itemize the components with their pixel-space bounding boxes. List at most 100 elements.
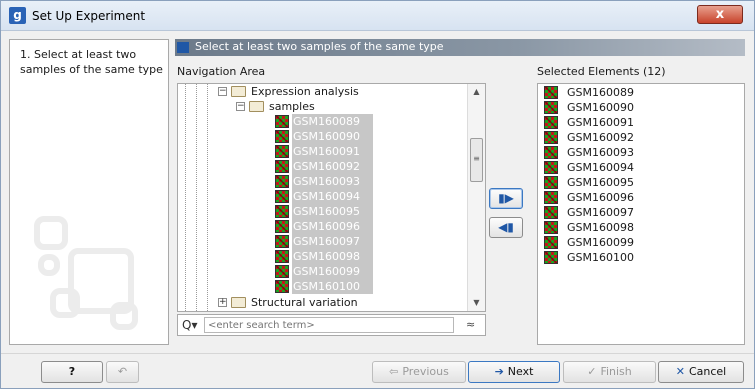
tree-sample-item[interactable]: GSM160098 [273, 249, 373, 264]
cancel-button[interactable]: ✕ Cancel [658, 361, 744, 383]
remove-from-selection-button[interactable]: ◀▮ [489, 217, 523, 238]
selected-item[interactable]: GSM160095 [542, 175, 732, 190]
decoration-shape [38, 254, 60, 276]
heatmap-icon [544, 176, 558, 189]
arrow-left-icon: ⇦ [389, 365, 399, 378]
sample-label: GSM160092 [292, 159, 373, 174]
heatmap-icon [275, 265, 289, 278]
tree-sample-item[interactable]: GSM160100 [273, 279, 373, 294]
selected-item[interactable]: GSM160098 [542, 220, 732, 235]
scroll-down-icon[interactable]: ▼ [468, 295, 485, 311]
selected-item[interactable]: GSM160092 [542, 130, 732, 145]
next-label: Next [507, 365, 534, 378]
collapse-icon[interactable]: − [236, 102, 245, 111]
selected-item-label: GSM160090 [567, 101, 634, 114]
heatmap-icon [275, 280, 289, 293]
close-button[interactable]: x [697, 5, 743, 24]
heatmap-icon [544, 251, 558, 264]
cancel-x-icon: ✕ [675, 365, 685, 378]
tree-sample-item[interactable]: GSM160099 [273, 264, 373, 279]
tree-folder-expression-analysis[interactable]: − Expression analysis [218, 85, 418, 99]
sample-label: GSM160096 [292, 219, 373, 234]
heatmap-icon [544, 221, 558, 234]
selected-elements-list[interactable]: GSM160089 GSM160090 GSM160091 GSM160092 … [537, 83, 745, 345]
selected-item-label: GSM160091 [567, 116, 634, 129]
folder-label: Structural variation [251, 296, 358, 309]
heatmap-icon [544, 191, 558, 204]
scroll-up-icon[interactable]: ▲ [468, 84, 485, 100]
scroll-thumb[interactable]: ≡ [470, 138, 483, 182]
selected-item-label: GSM160092 [567, 131, 634, 144]
sample-label: GSM160097 [292, 234, 373, 249]
folder-icon [231, 297, 246, 308]
tree-folder-samples[interactable]: − samples [236, 100, 356, 114]
heatmap-icon [275, 175, 289, 188]
help-button[interactable]: ? [41, 361, 103, 383]
tree-sample-item[interactable]: GSM160095 [273, 204, 373, 219]
collapse-icon[interactable]: − [218, 87, 227, 96]
navigation-tree[interactable]: − Expression analysis − samples GSM16008… [177, 83, 486, 312]
heatmap-icon [544, 236, 558, 249]
sample-label: GSM160089 [292, 114, 373, 129]
search-icon[interactable]: Q▾ [182, 318, 198, 332]
selected-item[interactable]: GSM160096 [542, 190, 732, 205]
dialog-window: g Set Up Experiment x 1. Select at least… [0, 0, 755, 389]
selected-item[interactable]: GSM160093 [542, 145, 732, 160]
step-1-label[interactable]: 1. Select at least two samples of the sa… [20, 47, 168, 77]
banner-text: Select at least two samples of the same … [195, 40, 444, 53]
selected-item[interactable]: GSM160090 [542, 100, 732, 115]
tree-folder-structural-variation[interactable]: + Structural variation [218, 296, 418, 310]
tree-guide-line [185, 84, 186, 311]
heatmap-icon [275, 235, 289, 248]
selected-item[interactable]: GSM160100 [542, 250, 732, 265]
heatmap-icon [275, 145, 289, 158]
divider [1, 353, 754, 354]
undo-button[interactable]: ↶ [106, 361, 139, 383]
tree-sample-item[interactable]: GSM160091 [273, 144, 373, 159]
selected-item[interactable]: GSM160091 [542, 115, 732, 130]
add-to-selection-button[interactable]: ▮▶ [489, 188, 523, 209]
selected-item-label: GSM160093 [567, 146, 634, 159]
collapse-all-icon[interactable]: ≈ [466, 318, 475, 331]
tree-sample-item[interactable]: GSM160094 [273, 189, 373, 204]
heatmap-icon [275, 160, 289, 173]
tree-guide-line [207, 84, 208, 311]
selected-item-label: GSM160099 [567, 236, 634, 249]
heatmap-icon [275, 220, 289, 233]
heatmap-icon [544, 206, 558, 219]
search-bar: Q▾ ≈ [177, 314, 486, 336]
tree-sample-item[interactable]: GSM160093 [273, 174, 373, 189]
tree-sample-item[interactable]: GSM160089 [273, 114, 373, 129]
finish-label: Finish [600, 365, 632, 378]
previous-button[interactable]: ⇦ Previous [372, 361, 466, 383]
selected-item-label: GSM160095 [567, 176, 634, 189]
tree-guide-line [196, 84, 197, 311]
heatmap-icon [275, 205, 289, 218]
title-bar: g Set Up Experiment x [1, 1, 754, 31]
tree-scrollbar[interactable]: ▲ ≡ ▼ [467, 84, 485, 311]
decoration-shape [34, 216, 68, 250]
heatmap-icon [275, 190, 289, 203]
finish-button[interactable]: ✓ Finish [563, 361, 656, 383]
decoration-shape [50, 288, 80, 318]
selected-item[interactable]: GSM160089 [542, 85, 732, 100]
banner-mark-icon [177, 42, 189, 53]
selected-item[interactable]: GSM160094 [542, 160, 732, 175]
sample-label: GSM160091 [292, 144, 373, 159]
selected-item-label: GSM160096 [567, 191, 634, 204]
heatmap-icon [544, 146, 558, 159]
folder-open-icon [249, 101, 264, 112]
tree-sample-item[interactable]: GSM160092 [273, 159, 373, 174]
expand-icon[interactable]: + [218, 298, 227, 307]
heatmap-icon [275, 115, 289, 128]
heatmap-icon [544, 86, 558, 99]
tree-sample-item[interactable]: GSM160097 [273, 234, 373, 249]
selected-item[interactable]: GSM160099 [542, 235, 732, 250]
search-input[interactable] [204, 317, 454, 333]
app-icon: g [9, 7, 26, 24]
tree-sample-item[interactable]: GSM160096 [273, 219, 373, 234]
folder-label: Expression analysis [251, 85, 359, 98]
tree-sample-item[interactable]: GSM160090 [273, 129, 373, 144]
selected-item[interactable]: GSM160097 [542, 205, 732, 220]
next-button[interactable]: ➔ Next [468, 361, 560, 383]
